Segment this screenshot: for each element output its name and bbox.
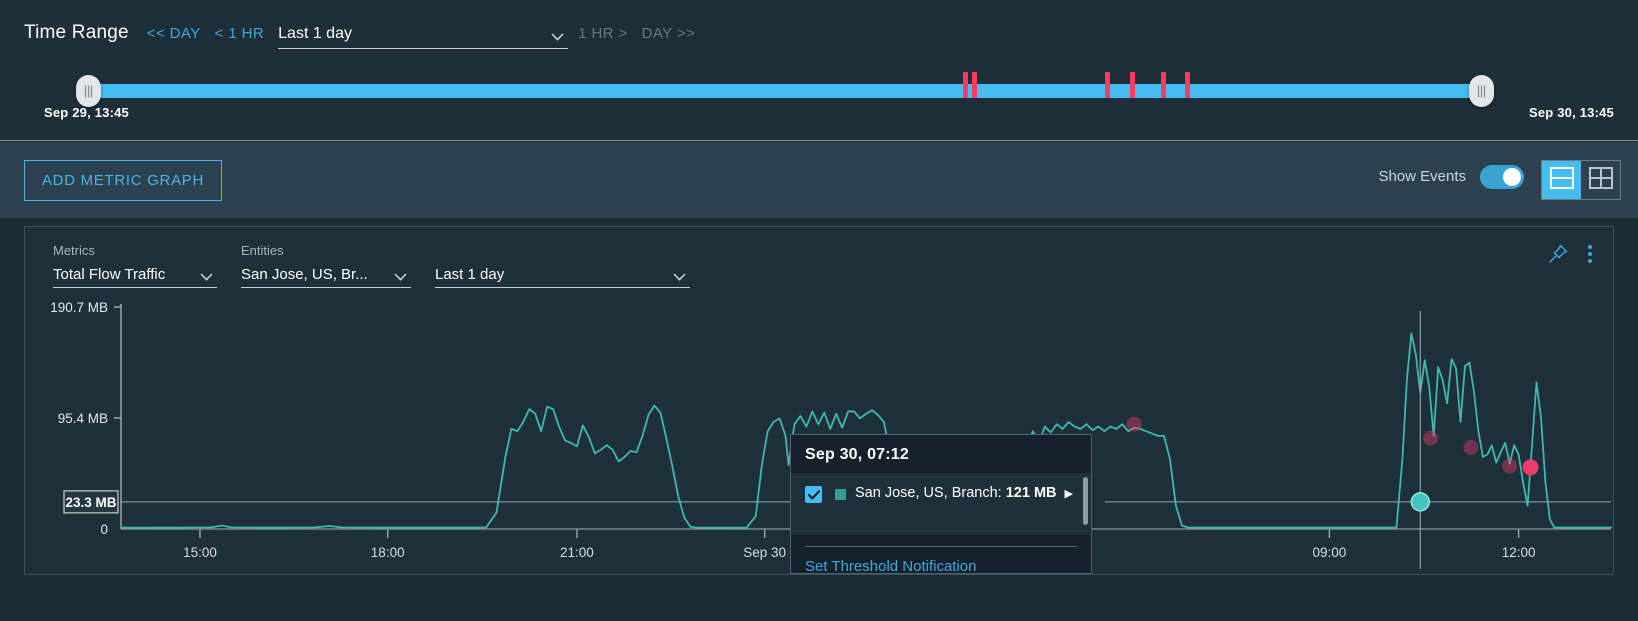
grip-icon bbox=[1477, 85, 1486, 98]
prev-day-button[interactable]: << DAY bbox=[147, 25, 201, 42]
y-tick-label: 0 bbox=[100, 522, 108, 537]
tooltip-series-row: San Jose, US, Branch: 121 MB ▶ bbox=[791, 473, 1091, 535]
slider-start-label: Sep 29, 13:45 bbox=[44, 105, 129, 120]
metrics-label: Metrics bbox=[53, 243, 95, 258]
chart-range-selector[interactable]: Last 1 day bbox=[435, 243, 690, 288]
slider-event-mark[interactable] bbox=[1160, 72, 1166, 98]
metrics-field[interactable]: Total Flow Traffic bbox=[53, 266, 217, 288]
tooltip-timestamp: Sep 30, 07:12 bbox=[805, 446, 909, 463]
chart-selectors: Metrics Total Flow Traffic Entities San … bbox=[53, 243, 714, 288]
anomaly-marker[interactable] bbox=[1502, 458, 1518, 474]
tooltip-series-name: San Jose, US, Branch bbox=[855, 485, 998, 501]
grid-2x2-icon bbox=[1588, 166, 1613, 194]
time-range-select[interactable]: Last 1 day bbox=[278, 25, 569, 49]
chevron-down-icon bbox=[673, 273, 686, 281]
split-rows-icon bbox=[1549, 166, 1574, 194]
card-actions bbox=[1547, 243, 1593, 270]
slider-event-mark[interactable] bbox=[1105, 72, 1111, 98]
next-hour-button[interactable]: 1 HR > bbox=[578, 25, 628, 42]
graph-toolbar: ADD METRIC GRAPH Show Events bbox=[0, 142, 1638, 218]
entities-selector[interactable]: Entities San Jose, US, Br... bbox=[241, 243, 411, 288]
anomaly-marker[interactable] bbox=[1126, 416, 1142, 432]
x-tick-label: 15:00 bbox=[183, 545, 217, 560]
entities-field[interactable]: San Jose, US, Br... bbox=[241, 266, 411, 288]
slider-event-mark[interactable] bbox=[971, 72, 977, 98]
chart-tooltip: Sep 30, 07:12 San Jose, US, Branch: 121 … bbox=[790, 434, 1105, 575]
tooltip-separator: : bbox=[997, 485, 1002, 501]
chevron-down-icon bbox=[394, 273, 407, 281]
x-tick-label: 09:00 bbox=[1312, 545, 1346, 560]
tooltip-series-value: 121 MB bbox=[1005, 485, 1057, 501]
chart-range-field[interactable]: Last 1 day bbox=[435, 266, 690, 288]
time-range-title: Time Range bbox=[24, 22, 129, 43]
caret-right-icon[interactable]: ▶ bbox=[1065, 487, 1073, 500]
y-tick-label: 95.4 MB bbox=[58, 411, 108, 426]
metrics-selector[interactable]: Metrics Total Flow Traffic bbox=[53, 243, 217, 288]
tooltip-series-text: San Jose, US, Branch: 121 MB bbox=[855, 485, 1057, 501]
slider-event-mark[interactable] bbox=[1184, 72, 1190, 98]
prev-hour-button[interactable]: < 1 HR bbox=[215, 25, 265, 42]
chevron-down-icon bbox=[200, 273, 213, 281]
tooltip-series-checkbox[interactable] bbox=[805, 486, 822, 503]
toggle-knob bbox=[1503, 168, 1521, 186]
view-mode-single-button[interactable] bbox=[1542, 161, 1581, 199]
slider-track[interactable] bbox=[89, 84, 1481, 98]
time-range-controls: Time Range << DAY < 1 HR Last 1 day 1 HR… bbox=[24, 22, 695, 49]
slider-end-label: Sep 30, 13:45 bbox=[1529, 105, 1614, 120]
anomaly-marker[interactable] bbox=[1522, 459, 1539, 476]
slider-event-mark[interactable] bbox=[963, 72, 969, 98]
slider-event-mark[interactable] bbox=[1130, 72, 1136, 98]
tooltip-scrollbar[interactable] bbox=[1083, 477, 1088, 525]
x-tick-label: Sep 30 bbox=[743, 545, 786, 560]
time-range-panel: Time Range << DAY < 1 HR Last 1 day 1 HR… bbox=[0, 0, 1638, 141]
show-events-toggle[interactable] bbox=[1480, 165, 1524, 189]
x-tick-label: 12:00 bbox=[1502, 545, 1536, 560]
slider-handle-end[interactable] bbox=[1469, 75, 1494, 107]
threshold-label: 23.3 MB bbox=[65, 495, 116, 510]
time-range-slider[interactable] bbox=[76, 72, 1494, 107]
chevron-down-icon bbox=[551, 33, 564, 41]
chart-range-value: Last 1 day bbox=[435, 266, 505, 283]
y-tick-label: 190.7 MB bbox=[50, 300, 108, 315]
kebab-menu-icon[interactable] bbox=[1587, 243, 1593, 270]
tooltip-pointer bbox=[1092, 491, 1105, 513]
add-metric-graph-button[interactable]: ADD METRIC GRAPH bbox=[24, 160, 222, 201]
slider-handle-start[interactable] bbox=[76, 75, 101, 107]
time-range-select-value: Last 1 day bbox=[278, 25, 352, 42]
x-tick-label: 18:00 bbox=[371, 545, 405, 560]
show-events-label: Show Events bbox=[1378, 168, 1466, 185]
view-mode-grid-button[interactable] bbox=[1581, 161, 1620, 199]
hover-point[interactable] bbox=[1410, 492, 1430, 512]
anomaly-marker[interactable] bbox=[1463, 440, 1479, 456]
entities-value: San Jose, US, Br... bbox=[241, 266, 368, 283]
anomaly-marker[interactable] bbox=[1423, 430, 1439, 446]
x-tick-label: 21:00 bbox=[560, 545, 594, 560]
view-mode-group bbox=[1541, 160, 1621, 200]
entities-label: Entities bbox=[241, 243, 284, 258]
set-threshold-notification-link[interactable]: Set Threshold Notification bbox=[791, 547, 1091, 575]
metrics-value: Total Flow Traffic bbox=[53, 266, 166, 283]
grip-icon bbox=[84, 85, 93, 98]
next-day-button[interactable]: DAY >> bbox=[642, 25, 696, 42]
pin-icon[interactable] bbox=[1547, 243, 1569, 270]
tooltip-series-swatch bbox=[835, 489, 846, 500]
